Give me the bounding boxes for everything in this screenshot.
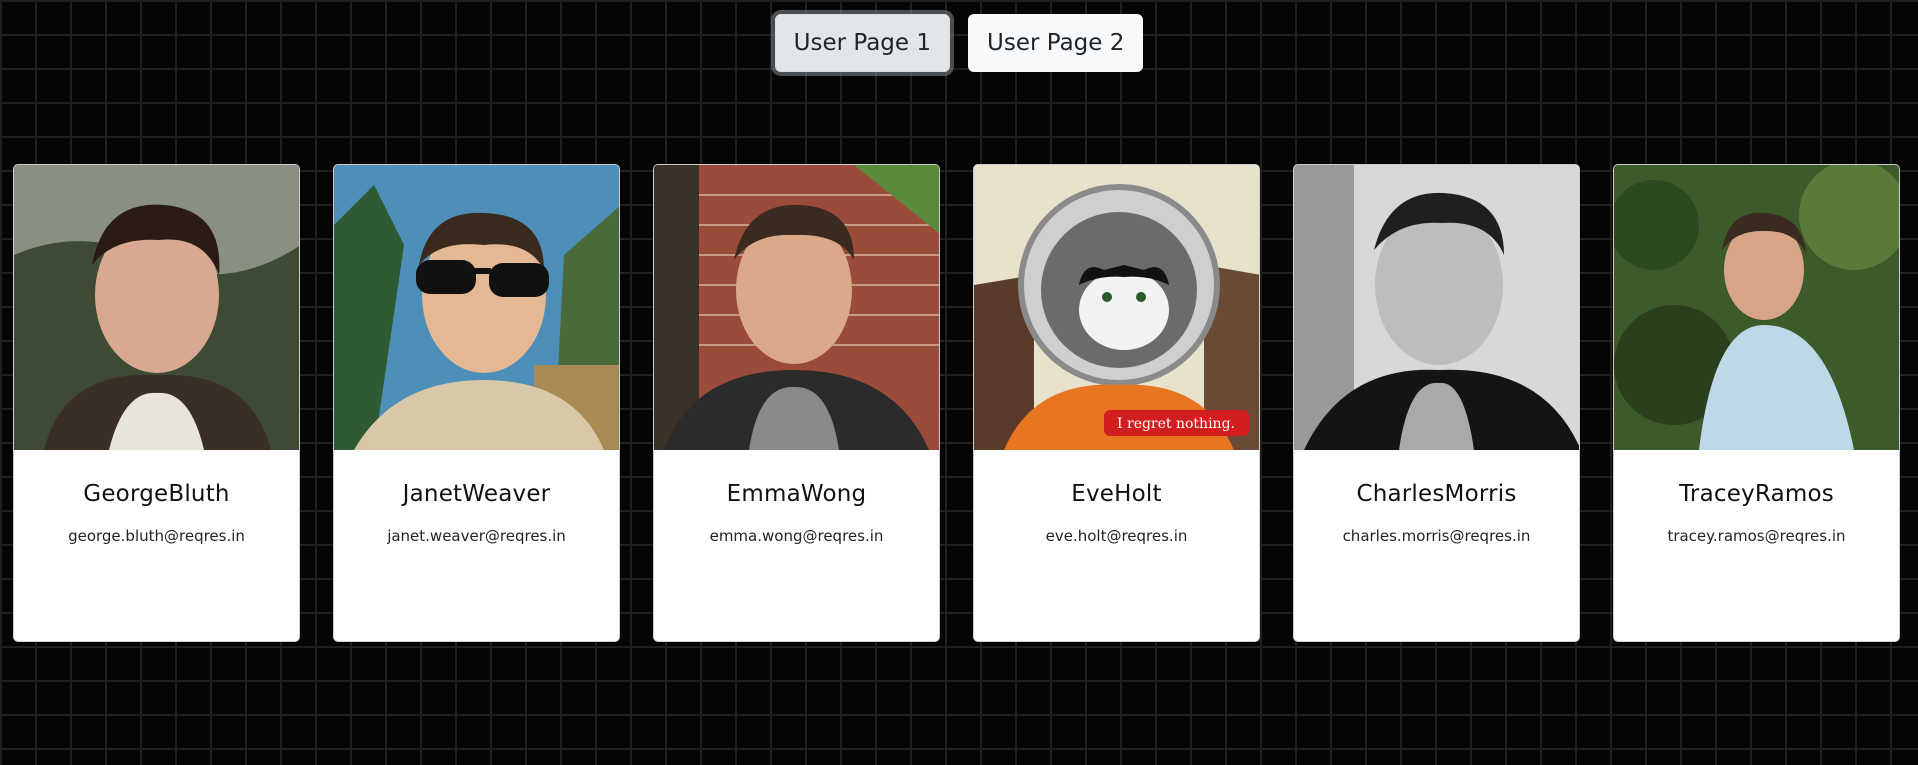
page-nav: User Page 1 User Page 2 — [0, 14, 1918, 72]
photo-caption: I regret nothing. — [1117, 416, 1235, 432]
user-card: TraceyRamos tracey.ramos@reqres.in — [1613, 164, 1900, 642]
user-name: EmmaWong — [726, 481, 867, 507]
user-name: CharlesMorris — [1356, 481, 1517, 507]
user-page-1-button[interactable]: User Page 1 — [774, 14, 950, 72]
avatar: I regret nothing. — [974, 165, 1259, 450]
user-card: CharlesMorris charles.morris@reqres.in — [1293, 164, 1580, 642]
user-card: GeorgeBluth george.bluth@reqres.in — [13, 164, 300, 642]
avatar — [654, 165, 939, 450]
user-email: tracey.ramos@reqres.in — [1667, 527, 1846, 545]
avatar — [14, 165, 299, 450]
avatar — [1294, 165, 1579, 450]
user-name: TraceyRamos — [1679, 481, 1834, 507]
user-name: EveHolt — [1071, 481, 1162, 507]
user-card: EmmaWong emma.wong@reqres.in — [653, 164, 940, 642]
user-email: eve.holt@reqres.in — [1045, 527, 1188, 545]
user-page-2-button[interactable]: User Page 2 — [968, 14, 1144, 72]
user-name: GeorgeBluth — [83, 481, 230, 507]
user-email: emma.wong@reqres.in — [709, 527, 884, 545]
user-email: charles.morris@reqres.in — [1342, 527, 1531, 545]
user-cards: GeorgeBluth george.bluth@reqres.in Janet… — [13, 164, 1900, 642]
user-card: I regret nothing. EveHolt eve.holt@reqre… — [973, 164, 1260, 642]
user-card: JanetWeaver janet.weaver@reqres.in — [333, 164, 620, 642]
user-email: george.bluth@reqres.in — [68, 527, 245, 545]
avatar — [334, 165, 619, 450]
user-email: janet.weaver@reqres.in — [387, 527, 566, 545]
user-name: JanetWeaver — [402, 481, 551, 507]
avatar — [1614, 165, 1899, 450]
